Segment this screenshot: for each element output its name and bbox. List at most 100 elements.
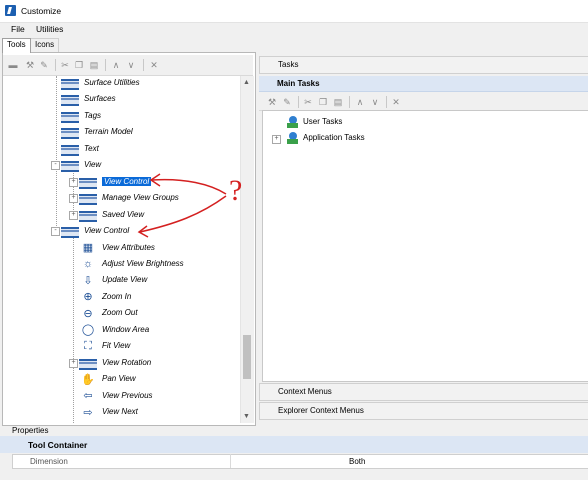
property-divider [230,454,231,468]
menu-utilities[interactable]: Utilities [36,24,63,34]
tree-item[interactable]: ⇦ View Previous [3,389,239,403]
task-item-user-tasks[interactable]: User Tasks [303,117,342,126]
new-tool-icon[interactable]: ⚒ [25,60,35,70]
tree-item-label: Pan View [102,374,136,384]
tree-item[interactable]: - View [3,158,239,173]
properties-section-title: Tool Container [28,440,88,450]
tree-item-label: View Rotation [102,357,152,367]
tree-item[interactable]: ☼ Adjust View Brightness [3,257,239,271]
brightness-icon: ☼ [82,257,94,270]
user-tasks-icon [285,115,299,129]
scroll-up-icon[interactable]: ▲ [240,76,253,89]
folder-icon [79,210,97,222]
copy-icon[interactable]: ❐ [74,60,84,70]
tools-tree: Surface Utilities Surfaces Tags Terrain Mod… [3,76,239,423]
tree-item[interactable]: Text [3,142,239,156]
expand-icon[interactable]: + [69,210,78,220]
tree-item[interactable]: + Manage View Groups [3,191,239,206]
tree-item[interactable]: ✋ Pan View [3,372,239,386]
cut-icon[interactable]: ✂ [303,97,313,107]
tree-item[interactable]: Surface Utilities [3,76,239,90]
folder-icon [61,128,79,140]
zoom-in-icon: ⊕ [83,291,93,304]
tree-item-label: View Control [84,226,130,236]
tree-item-label: View Previous [102,390,153,400]
tasks-tree: User Tasks + Application Tasks [262,110,588,382]
properties-section-header[interactable]: Tool Container [0,436,588,453]
delete-icon[interactable]: ✕ [149,60,159,70]
tree-item[interactable]: + Saved View [3,208,239,222]
tree-item-label: Zoom In [102,291,132,301]
tree-item[interactable]: + View Control [3,175,239,189]
arrow-right-icon: ⇨ [83,406,93,419]
tree-item[interactable]: Terrain Model [3,125,239,140]
tree-item-label: Manage View Groups [102,193,179,203]
folder-icon [79,358,97,370]
cut-icon[interactable]: ✂ [60,60,70,70]
property-value[interactable]: Both [349,457,365,466]
folder-icon [61,227,79,239]
application-tasks-icon [285,131,299,145]
tree-item-label: View [84,160,102,170]
move-up-icon[interactable]: ∧ [355,97,365,107]
edit-task-icon[interactable]: ✎ [282,97,292,107]
property-row[interactable] [12,454,588,469]
context-menus-header[interactable]: Context Menus [259,383,588,401]
scrollbar-thumb[interactable] [243,335,251,379]
tree-item[interactable]: Surfaces [3,92,239,107]
expand-icon[interactable]: + [272,135,281,144]
new-toolbox-icon[interactable]: ▬ [8,60,18,70]
tree-item-label: Tags [84,110,102,120]
tree-item[interactable]: Tags [3,109,239,123]
folder-icon [61,79,79,90]
main-tasks-header[interactable]: Main Tasks [259,76,588,92]
tree-item[interactable]: ⊕ Zoom In [3,290,239,304]
tree-item-label: View Next [102,407,138,416]
tree-item-label: Zoom Out [102,308,138,318]
scroll-down-icon[interactable]: ▼ [240,410,253,423]
new-task-icon[interactable]: ⚒ [267,97,277,107]
move-down-icon[interactable]: ∨ [370,97,380,107]
delete-icon[interactable]: ✕ [391,97,401,107]
expand-icon[interactable]: + [69,358,78,368]
paste-icon[interactable]: ▤ [89,60,99,70]
folder-icon [79,177,97,189]
folder-icon [61,111,79,123]
expand-icon[interactable]: + [69,177,78,187]
tab-icons[interactable]: Icons [30,38,60,53]
context-menus-label: Context Menus [278,387,332,396]
explorer-context-menus-header[interactable]: Explorer Context Menus [259,402,588,420]
folder-icon [79,194,97,206]
tree-item-label: View Attributes [102,242,155,252]
move-up-icon[interactable]: ∧ [111,60,121,70]
move-down-icon[interactable]: ∨ [126,60,136,70]
tree-item[interactable]: ▦ View Attributes [3,241,239,255]
tree-item[interactable]: ◯ Window Area [3,323,239,337]
tasks-label: Tasks [278,60,299,69]
tree-item-label: Surface Utilities [84,78,140,87]
menu-file[interactable]: File [11,24,25,34]
tree-item-label: Terrain Model [84,127,133,137]
zoom-out-icon: ⊖ [83,307,93,320]
tree-item[interactable]: ⇨ View Next [3,405,239,419]
expand-icon[interactable]: + [69,194,78,204]
tree-item[interactable]: ⛶ Fit View [3,339,239,353]
view-attributes-icon: ▦ [82,242,94,254]
tree-item-label: Text [84,143,99,153]
tree-item[interactable]: ⊖ Zoom Out [3,306,239,320]
explorer-context-menus-label: Explorer Context Menus [278,406,364,415]
collapse-icon[interactable]: - [51,227,60,237]
tab-tools[interactable]: Tools [2,38,31,53]
paste-icon[interactable]: ▤ [333,97,343,107]
tree-item[interactable]: - View Control [3,224,239,239]
update-view-icon: ⇩ [83,274,93,287]
tree-item[interactable]: + View Rotation [3,356,239,370]
tasks-section-header[interactable]: Tasks [259,56,588,74]
tree-item-label: Saved View [102,209,145,219]
tree-item-label: Window Area [102,324,150,334]
task-item-application-tasks[interactable]: Application Tasks [303,133,365,142]
edit-tool-icon[interactable]: ✎ [39,60,49,70]
tree-item[interactable]: ⇩ Update View [3,273,239,287]
copy-icon[interactable]: ❐ [318,97,328,107]
collapse-icon[interactable]: - [51,161,60,171]
